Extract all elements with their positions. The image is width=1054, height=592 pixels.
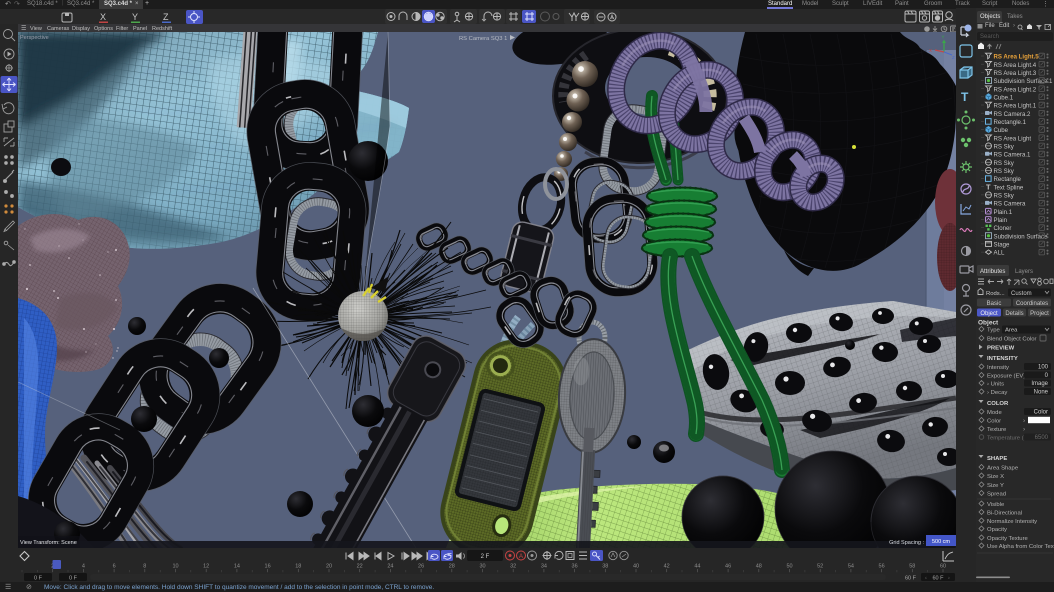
svg-text:58: 58 bbox=[909, 564, 915, 570]
svg-text:8: 8 bbox=[143, 564, 146, 570]
svg-text:Basic: Basic bbox=[987, 301, 1002, 307]
svg-text:Custom: Custom bbox=[1011, 291, 1032, 297]
svg-text:30: 30 bbox=[479, 564, 485, 570]
svg-text:›: › bbox=[1023, 418, 1025, 425]
svg-text:Exposure (EV): Exposure (EV) bbox=[987, 374, 1025, 380]
svg-text:50: 50 bbox=[786, 564, 792, 570]
svg-text:28: 28 bbox=[449, 564, 455, 570]
svg-text:Y: Y bbox=[942, 35, 945, 40]
svg-text:None: None bbox=[1034, 390, 1049, 396]
svg-text:12: 12 bbox=[203, 564, 209, 570]
svg-text:Mode: Mode bbox=[987, 410, 1002, 416]
svg-text:Opacity Texture: Opacity Texture bbox=[987, 536, 1029, 542]
svg-text:PREVIEW: PREVIEW bbox=[987, 346, 1015, 352]
svg-text:Y: Y bbox=[132, 12, 138, 22]
svg-text:Color: Color bbox=[987, 419, 1001, 425]
svg-text:Object: Object bbox=[978, 320, 999, 327]
svg-text:60: 60 bbox=[940, 564, 946, 570]
svg-text:36: 36 bbox=[572, 564, 578, 570]
svg-text:Grid Spacing :: Grid Spacing : bbox=[889, 540, 924, 546]
svg-text:6: 6 bbox=[113, 564, 116, 570]
svg-text:Size Y: Size Y bbox=[987, 483, 1004, 489]
svg-text:COLOR: COLOR bbox=[987, 401, 1009, 407]
svg-text:22: 22 bbox=[357, 564, 363, 570]
svg-text:500 cm: 500 cm bbox=[932, 539, 950, 545]
svg-text:Image: Image bbox=[1031, 381, 1048, 387]
svg-text:X: X bbox=[929, 48, 932, 53]
svg-text:Opacity: Opacity bbox=[987, 527, 1007, 533]
svg-text:2 F: 2 F bbox=[481, 554, 490, 560]
svg-text:4: 4 bbox=[82, 564, 85, 570]
svg-text:16: 16 bbox=[265, 564, 271, 570]
svg-text:52: 52 bbox=[817, 564, 823, 570]
svg-text:0 F: 0 F bbox=[34, 576, 43, 582]
svg-text:INTENSITY: INTENSITY bbox=[987, 356, 1018, 362]
svg-text:X: X bbox=[100, 12, 106, 22]
svg-text:24: 24 bbox=[387, 564, 393, 570]
svg-text:46: 46 bbox=[725, 564, 731, 570]
svg-text:32: 32 bbox=[510, 564, 516, 570]
svg-text:44: 44 bbox=[694, 564, 700, 570]
svg-text:42: 42 bbox=[664, 564, 670, 570]
svg-text:38: 38 bbox=[602, 564, 608, 570]
svg-text:6500: 6500 bbox=[1035, 435, 1049, 441]
svg-text:Visible: Visible bbox=[987, 502, 1005, 508]
svg-text:Rods...: Rods... bbox=[986, 291, 1005, 297]
svg-text:Texture: Texture bbox=[987, 427, 1007, 433]
svg-text:40: 40 bbox=[633, 564, 639, 570]
svg-text:14: 14 bbox=[234, 564, 240, 570]
svg-text:Z: Z bbox=[952, 55, 955, 60]
svg-text:Color: Color bbox=[1034, 410, 1048, 416]
svg-text:Area Shape: Area Shape bbox=[987, 466, 1019, 472]
svg-text:A: A bbox=[519, 554, 523, 560]
svg-text:26: 26 bbox=[418, 564, 424, 570]
svg-text:34: 34 bbox=[541, 564, 547, 570]
svg-text:›: › bbox=[948, 576, 950, 582]
svg-text:Intensity: Intensity bbox=[987, 365, 1009, 371]
svg-text:‹: ‹ bbox=[925, 576, 927, 582]
svg-text:60 F: 60 F bbox=[932, 576, 944, 582]
svg-text:100: 100 bbox=[1038, 365, 1049, 371]
svg-text:Perspective: Perspective bbox=[20, 35, 49, 41]
svg-text:T: T bbox=[961, 90, 969, 104]
svg-text:Attributes: Attributes bbox=[980, 269, 1005, 275]
svg-text:Type: Type bbox=[987, 328, 1000, 334]
svg-text:Area: Area bbox=[1005, 328, 1018, 334]
svg-text:Size X: Size X bbox=[987, 474, 1004, 480]
svg-text:Layers: Layers bbox=[1015, 269, 1033, 275]
svg-text:10: 10 bbox=[172, 564, 178, 570]
svg-text:› Units: › Units bbox=[987, 382, 1004, 388]
svg-text:Coordinates: Coordinates bbox=[1016, 301, 1048, 307]
svg-text:56: 56 bbox=[879, 564, 885, 570]
svg-text:54: 54 bbox=[848, 564, 854, 570]
svg-text:SHAPE: SHAPE bbox=[987, 456, 1007, 462]
svg-text:48: 48 bbox=[756, 564, 762, 570]
svg-text:View Transform: Scene: View Transform: Scene bbox=[20, 540, 77, 546]
svg-text:18: 18 bbox=[295, 564, 301, 570]
svg-text:Blend Object Color: Blend Object Color bbox=[987, 337, 1036, 343]
svg-text:0 F: 0 F bbox=[69, 576, 78, 582]
svg-text:› Decay: › Decay bbox=[987, 390, 1007, 396]
svg-text:Spread: Spread bbox=[987, 492, 1006, 498]
svg-text:Project: Project bbox=[1030, 311, 1049, 317]
svg-text:RS Camera SQ3 1: RS Camera SQ3 1 bbox=[459, 36, 507, 42]
svg-text:Use Alpha from Color Textur: Use Alpha from Color Textur bbox=[987, 544, 1054, 550]
svg-text:›: › bbox=[1023, 426, 1025, 433]
svg-text:Bi-Directional: Bi-Directional bbox=[987, 511, 1022, 517]
svg-text:Normalize Intensity: Normalize Intensity bbox=[987, 519, 1037, 525]
svg-text:Z: Z bbox=[163, 12, 169, 22]
svg-text:Object: Object bbox=[980, 311, 998, 317]
svg-text:Details: Details bbox=[1005, 311, 1023, 317]
svg-text:20: 20 bbox=[326, 564, 332, 570]
svg-text:60 F: 60 F bbox=[905, 576, 917, 582]
svg-text:Temperature (K): Temperature (K) bbox=[987, 436, 1030, 442]
